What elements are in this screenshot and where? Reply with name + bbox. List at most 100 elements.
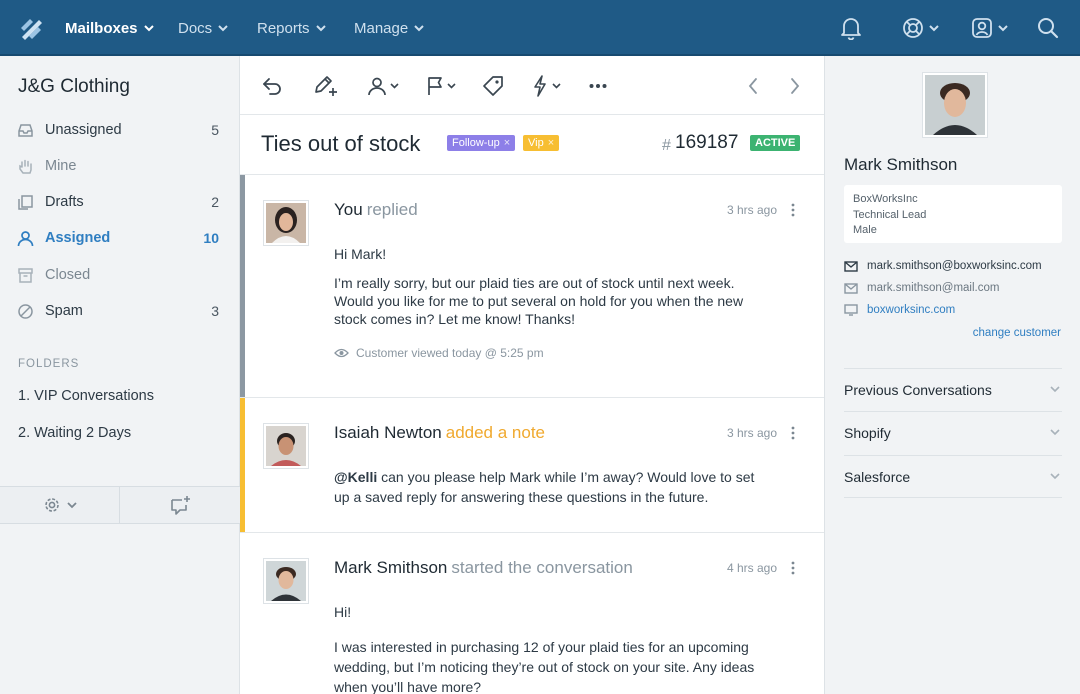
nav-reports[interactable]: Reports xyxy=(257,0,326,56)
section-salesforce[interactable]: Salesforce xyxy=(844,455,1062,498)
helpscout-logo-icon[interactable] xyxy=(18,16,44,42)
section-previous-conversations[interactable]: Previous Conversations xyxy=(844,368,1062,411)
search-button[interactable] xyxy=(1037,14,1059,42)
next-icon xyxy=(791,78,800,94)
change-customer-link[interactable]: change customer xyxy=(973,327,1061,339)
email-text: mark.smithson@mail.com xyxy=(867,282,1000,294)
thread-paragraph: I’m really sorry, but our plaid ties are… xyxy=(334,275,744,327)
user-icon xyxy=(17,231,34,247)
thread-paragraph: Hi Mark! xyxy=(334,246,387,262)
conversation-panel: Ties out of stock Follow-up × Vip × # 1691… xyxy=(240,56,824,694)
next-conversation-button[interactable] xyxy=(789,74,801,98)
nav-reports-label: Reports xyxy=(257,19,310,37)
lifebuoy-icon xyxy=(903,18,923,38)
thread-more-icon[interactable] xyxy=(788,203,798,217)
sidebar-item-drafts[interactable]: Drafts 2 xyxy=(0,184,240,220)
sidebar-item-mine[interactable]: Mine xyxy=(0,148,240,184)
tag-icon xyxy=(483,76,503,96)
workflow-icon xyxy=(534,75,546,97)
status-badge: ACTIVE xyxy=(750,135,801,151)
chevron-down-icon xyxy=(66,501,77,508)
nav-manage[interactable]: Manage xyxy=(354,0,424,56)
mailbox-name: J&G Clothing xyxy=(18,76,130,97)
notifications-button[interactable] xyxy=(840,14,862,42)
ticket-hash: # xyxy=(662,137,671,154)
nav-manage-label: Manage xyxy=(354,19,409,37)
tag-remove-icon[interactable]: × xyxy=(504,137,510,149)
sidebar-item-count: 10 xyxy=(203,230,219,246)
tag-button[interactable] xyxy=(482,74,504,98)
help-menu-button[interactable] xyxy=(902,14,939,42)
previous-conversation-button[interactable] xyxy=(747,74,759,98)
sidebar-item-label: Assigned xyxy=(45,230,111,246)
chevron-down-icon xyxy=(390,83,399,89)
thread-paragraph: I was interested in purchasing 12 of you… xyxy=(334,639,755,694)
search-icon xyxy=(1038,18,1059,39)
assign-icon xyxy=(368,77,386,96)
workflow-button[interactable] xyxy=(532,74,561,98)
sidebar-item-count: 3 xyxy=(211,303,219,319)
thread-action: replied xyxy=(366,200,418,219)
chevron-down-icon xyxy=(315,24,326,31)
assign-button[interactable] xyxy=(367,74,399,98)
add-note-button[interactable] xyxy=(313,74,339,98)
avatar xyxy=(264,559,308,603)
thread-author: You xyxy=(334,200,363,219)
thread-note: Isaiah Newton added a note 3 hrs ago @Kel… xyxy=(240,398,824,533)
sidebar-item-unassigned[interactable]: Unassigned 5 xyxy=(0,112,240,148)
conversation-header: Ties out of stock Follow-up × Vip × # 1691… xyxy=(240,115,824,175)
folders-heading: FOLDERS xyxy=(18,358,80,370)
customer-email-primary[interactable]: mark.smithson@boxworksinc.com xyxy=(844,260,1042,272)
top-nav-bar: Mailboxes Docs Reports Manage xyxy=(0,0,1080,56)
chevron-down-icon xyxy=(1050,473,1060,480)
thread-more-icon[interactable] xyxy=(788,426,798,440)
spam-icon xyxy=(18,304,33,319)
status-button[interactable] xyxy=(426,74,456,98)
profile-menu-button[interactable] xyxy=(971,14,1008,42)
sidebar-item-closed[interactable]: Closed xyxy=(0,257,240,293)
folder-waiting-2-days[interactable]: 2. Waiting 2 Days xyxy=(18,425,131,441)
chevron-down-icon xyxy=(1050,386,1060,393)
sidebar-footer xyxy=(0,486,240,524)
thread-reply: You replied 3 hrs ago Hi Mark! I’m really… xyxy=(240,175,824,398)
mail-icon xyxy=(844,260,858,272)
customer-gender: Male xyxy=(853,224,877,236)
chevron-down-icon xyxy=(218,24,228,31)
sidebar-item-count: 5 xyxy=(211,122,219,138)
tag-remove-icon[interactable]: × xyxy=(548,137,554,149)
thread-paragraph: Hi! xyxy=(334,604,352,620)
mention[interactable]: @Kelli xyxy=(334,469,377,485)
customer-website-link[interactable]: boxworksinc.com xyxy=(844,304,955,316)
nav-mailboxes[interactable]: Mailboxes xyxy=(65,0,154,56)
nav-docs[interactable]: Docs xyxy=(178,0,228,56)
thread-body-visible: Hi! I was interested in purchasing 12 of… xyxy=(334,602,764,694)
reply-button[interactable] xyxy=(261,74,283,98)
more-actions-button[interactable] xyxy=(589,74,607,98)
thread-more-icon[interactable] xyxy=(788,561,798,575)
customer-name: Mark Smithson xyxy=(844,155,958,174)
sidebar-item-assigned[interactable]: Assigned 10 xyxy=(0,220,240,256)
sidebar-item-label: Closed xyxy=(45,267,91,283)
thread-customer: Mark Smithson started the conversation 4 … xyxy=(240,533,824,694)
customer-email-secondary[interactable]: mark.smithson@mail.com xyxy=(844,282,999,294)
new-conversation-button[interactable] xyxy=(120,487,240,523)
customer-viewed-text: Customer viewed today @ 5:25 pm xyxy=(356,346,544,360)
sidebar-item-label: Mine xyxy=(45,158,77,174)
customer-sidebar: Mark Smithson BoxWorksInc Technical Lead… xyxy=(824,56,1080,694)
website-text: boxworksinc.com xyxy=(867,304,956,316)
sidebar-item-label: Unassigned xyxy=(45,122,122,138)
sidebar-item-spam[interactable]: Spam 3 xyxy=(0,293,240,329)
inbox-icon xyxy=(18,124,33,137)
thread-timestamp: 3 hrs ago xyxy=(726,426,777,440)
thread-type-bar xyxy=(240,398,245,532)
tag-vip[interactable]: Vip × xyxy=(523,135,560,151)
nav-mailboxes-label: Mailboxes xyxy=(65,19,138,37)
tag-label: Follow-up xyxy=(452,137,500,149)
folder-vip-conversations[interactable]: 1. VIP Conversations xyxy=(18,388,154,404)
thread-type-bar xyxy=(240,175,245,397)
tag-follow-up[interactable]: Follow-up × xyxy=(447,135,516,151)
section-shopify[interactable]: Shopify xyxy=(844,411,1062,454)
mailbox-settings-button[interactable] xyxy=(0,487,119,523)
chevron-down-icon xyxy=(929,24,939,31)
customer-avatar[interactable] xyxy=(923,73,987,137)
